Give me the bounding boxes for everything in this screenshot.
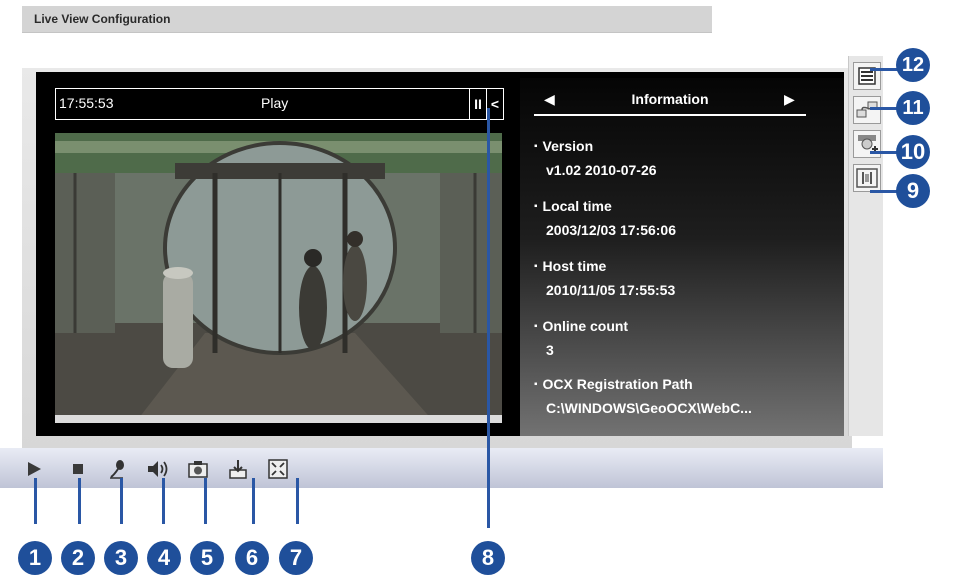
save-button[interactable] bbox=[226, 457, 250, 481]
info-item-ocx-path: OCX Registration Path C:\WINDOWS\GeoOCX\… bbox=[534, 376, 752, 416]
callout-5: 5 bbox=[190, 541, 224, 575]
info-item-host-time: Host time 2010/11/05 17:55:53 bbox=[534, 258, 675, 298]
callout-leader bbox=[487, 108, 490, 528]
callout-7: 7 bbox=[279, 541, 313, 575]
info-item-local-time: Local time 2003/12/03 17:56:06 bbox=[534, 198, 676, 238]
side-toolbar bbox=[848, 56, 883, 436]
video-scene bbox=[55, 133, 502, 423]
io-icon bbox=[856, 168, 878, 188]
stop-icon bbox=[73, 464, 83, 474]
callout-12: 12 bbox=[896, 48, 930, 82]
information-button[interactable] bbox=[853, 62, 881, 90]
info-header-label: Information bbox=[631, 91, 709, 107]
fullscreen-button[interactable] bbox=[266, 457, 290, 481]
callout-4: 4 bbox=[147, 541, 181, 575]
callout-leader bbox=[120, 478, 123, 524]
play-icon bbox=[28, 462, 41, 476]
status-time: 17:55:53 bbox=[59, 95, 114, 111]
title-bar: Live View Configuration bbox=[22, 6, 712, 33]
connect-icon bbox=[856, 101, 878, 118]
info-label: Local time bbox=[534, 198, 612, 214]
callout-9: 9 bbox=[896, 174, 930, 208]
callout-1: 1 bbox=[18, 541, 52, 575]
callout-leader bbox=[78, 478, 81, 524]
callout-6: 6 bbox=[235, 541, 269, 575]
status-state: Play bbox=[261, 95, 289, 111]
info-value: C:\WINDOWS\GeoOCX\WebC... bbox=[546, 400, 752, 416]
connection-button[interactable] bbox=[853, 96, 881, 124]
save-icon bbox=[229, 460, 247, 479]
status-bar: 17:55:53 Play II < bbox=[55, 88, 504, 120]
video-feed[interactable] bbox=[55, 133, 502, 423]
microphone-button[interactable] bbox=[106, 457, 130, 481]
speaker-icon bbox=[148, 461, 168, 477]
callout-leader bbox=[296, 478, 299, 524]
information-panel: ◀ Information ▶ Version v1.02 2010-07-26… bbox=[520, 78, 844, 436]
info-label: Host time bbox=[534, 258, 606, 274]
callout-11: 11 bbox=[896, 91, 930, 125]
pause-button[interactable]: II bbox=[469, 89, 486, 119]
info-value: v1.02 2010-07-26 bbox=[546, 162, 657, 178]
fullscreen-icon bbox=[268, 459, 288, 479]
info-item-version: Version v1.02 2010-07-26 bbox=[534, 138, 657, 178]
callout-leader bbox=[162, 478, 165, 524]
info-value: 2010/11/05 17:55:53 bbox=[546, 282, 676, 298]
callout-leader bbox=[204, 478, 207, 524]
callout-3: 3 bbox=[104, 541, 138, 575]
info-label: OCX Registration Path bbox=[534, 376, 693, 392]
info-label: Version bbox=[534, 138, 593, 154]
speaker-button[interactable] bbox=[146, 457, 170, 481]
info-label: Online count bbox=[534, 318, 628, 334]
info-next-button[interactable]: ▶ bbox=[784, 91, 795, 108]
info-header: ◀ Information ▶ bbox=[534, 86, 806, 116]
io-button[interactable] bbox=[853, 164, 881, 192]
list-icon bbox=[858, 67, 876, 85]
info-item-online-count: Online count 3 bbox=[534, 318, 628, 358]
callout-leader bbox=[252, 478, 255, 524]
info-value: 3 bbox=[546, 342, 554, 358]
callout-10: 10 bbox=[896, 135, 930, 169]
callout-8: 8 bbox=[471, 541, 505, 575]
callout-2: 2 bbox=[61, 541, 95, 575]
callout-leader bbox=[34, 478, 37, 524]
info-value: 2003/12/03 17:56:06 bbox=[546, 222, 676, 238]
player-toolbar bbox=[0, 448, 883, 488]
camera-icon bbox=[188, 461, 208, 478]
page-title: Live View Configuration bbox=[34, 12, 171, 26]
microphone-icon bbox=[110, 460, 124, 479]
